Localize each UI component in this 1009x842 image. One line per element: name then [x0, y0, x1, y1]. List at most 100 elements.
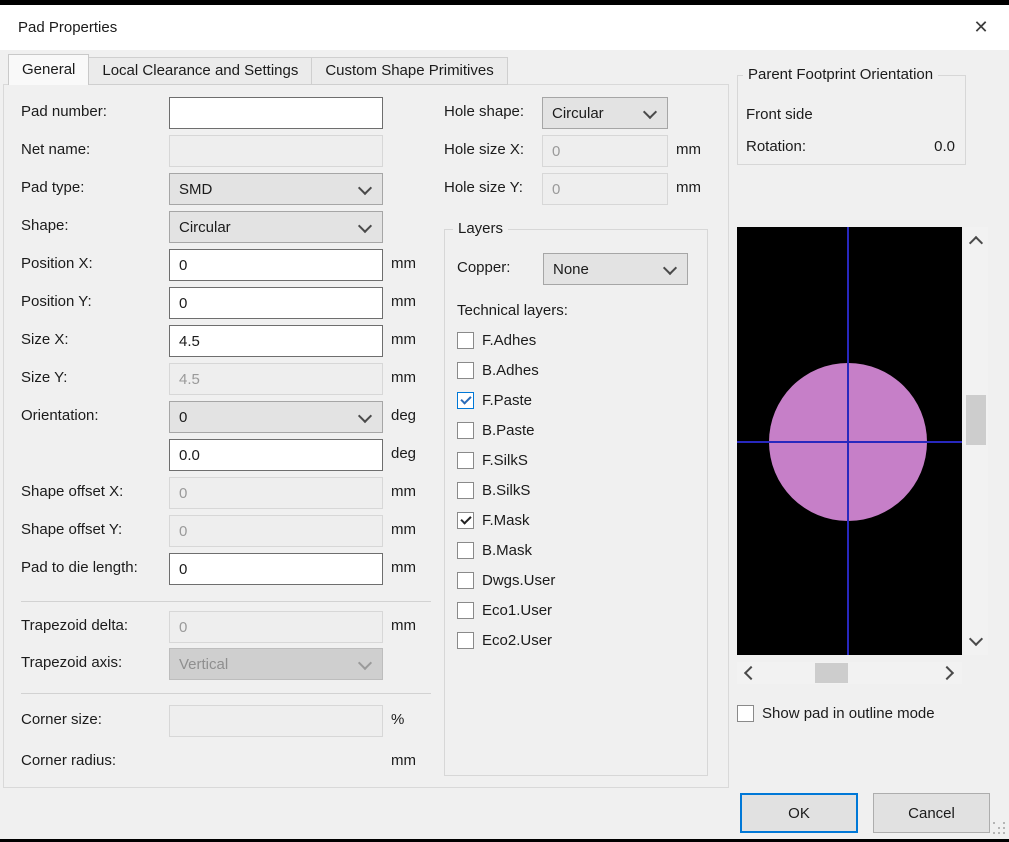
resize-grip[interactable]: [993, 822, 1007, 836]
hole-size-x-row: Hole size X: mm: [4, 135, 730, 167]
corner-size-input: [169, 705, 383, 737]
layer-checkbox-label: Eco1.User: [482, 602, 553, 619]
scroll-left-button[interactable]: [739, 663, 759, 683]
hole-size-x-label: Hole size X:: [444, 141, 525, 158]
hole-size-x-input: [542, 135, 668, 167]
size-y-input: [169, 363, 383, 395]
layer-checkbox-b-mask[interactable]: B.Mask: [457, 542, 532, 559]
layer-checkbox-f-adhes[interactable]: F.Adhes: [457, 332, 536, 349]
ok-button[interactable]: OK: [740, 793, 858, 833]
layer-checkbox-label: B.Adhes: [482, 362, 539, 379]
checkbox-icon: [737, 705, 754, 722]
corner-radius-unit: mm: [391, 752, 416, 769]
position-y-input[interactable]: [169, 287, 383, 319]
chevron-down-icon: [357, 655, 373, 671]
checkbox-icon: [457, 602, 474, 619]
chevron-up-icon: [968, 235, 984, 251]
layers-group: Layers Copper: None Technical layers: F.…: [444, 220, 708, 776]
trapezoid-axis-select: Vertical: [169, 648, 383, 680]
copper-value: None: [553, 260, 589, 278]
front-side-label: Front side: [746, 106, 813, 123]
corner-size-label: Corner size:: [21, 711, 102, 728]
checkbox-icon: [457, 362, 474, 379]
show-outline-mode-checkbox[interactable]: Show pad in outline mode: [737, 705, 935, 722]
hole-shape-label: Hole shape:: [444, 103, 525, 120]
general-tab-panel: Pad number: Net name: Pad type: SMD Shap…: [3, 84, 729, 788]
chevron-down-icon: [357, 408, 373, 424]
shape-select[interactable]: Circular: [169, 211, 383, 243]
size-x-input[interactable]: [169, 325, 383, 357]
orientation-custom-input[interactable]: [169, 439, 383, 471]
checkbox-icon: [457, 542, 474, 559]
layer-checkbox-f-paste[interactable]: F.Paste: [457, 392, 532, 409]
title-bar: Pad Properties ✕: [0, 5, 1009, 50]
copper-select[interactable]: None: [543, 253, 688, 285]
shape-label: Shape:: [21, 217, 69, 234]
checkbox-icon: [457, 422, 474, 439]
trapezoid-delta-label: Trapezoid delta:: [21, 617, 129, 634]
tab-local-clearance[interactable]: Local Clearance and Settings: [89, 57, 313, 85]
rotation-value: 0.0: [934, 138, 955, 155]
orientation-select[interactable]: 0: [169, 401, 383, 433]
checkbox-icon: [457, 332, 474, 349]
layer-checkbox-label: F.Paste: [482, 392, 533, 409]
layer-checkbox-b-silks[interactable]: B.SilkS: [457, 482, 530, 499]
pad-to-die-label: Pad to die length:: [21, 559, 138, 576]
position-y-label: Position Y:: [21, 293, 92, 310]
technical-layers-label: Technical layers:: [457, 302, 568, 319]
orientation-label: Orientation:: [21, 407, 99, 424]
checkbox-icon: [457, 482, 474, 499]
chevron-down-icon: [357, 218, 373, 234]
pad-to-die-unit: mm: [391, 559, 416, 576]
layer-checkbox-label: Dwgs.User: [482, 572, 556, 589]
chevron-right-icon: [939, 665, 955, 681]
horizontal-scrollbar-thumb[interactable]: [815, 663, 848, 683]
cancel-button[interactable]: Cancel: [873, 793, 990, 833]
preview-vertical-scrollbar[interactable]: [964, 227, 988, 655]
layer-checkbox-label: F.SilkS: [482, 452, 528, 469]
position-x-input[interactable]: [169, 249, 383, 281]
shape-offset-y-label: Shape offset Y:: [21, 521, 123, 538]
hole-shape-select[interactable]: Circular: [542, 97, 668, 129]
preview-horizontal-scrollbar[interactable]: [737, 662, 962, 684]
tab-bar: General Local Clearance and Settings Cus…: [8, 54, 508, 85]
orientation-value: 0: [179, 408, 188, 426]
position-y-unit: mm: [391, 293, 416, 310]
chevron-down-icon: [968, 631, 984, 647]
layer-checkbox-b-adhes[interactable]: B.Adhes: [457, 362, 539, 379]
layer-checkbox-eco2-user[interactable]: Eco2.User: [457, 632, 552, 649]
scroll-down-button[interactable]: [966, 631, 986, 651]
hole-shape-value: Circular: [552, 104, 604, 122]
size-y-label: Size Y:: [21, 369, 68, 386]
layer-checkbox-label: Eco2.User: [482, 632, 553, 649]
shape-offset-y-unit: mm: [391, 521, 416, 538]
hole-size-y-row: Hole size Y: mm: [4, 173, 730, 205]
hole-size-x-unit: mm: [676, 141, 701, 158]
layer-checkbox-b-paste[interactable]: B.Paste: [457, 422, 535, 439]
layer-checkbox-f-mask[interactable]: F.Mask: [457, 512, 530, 529]
layer-checkbox-dwgs-user[interactable]: Dwgs.User: [457, 572, 555, 589]
corner-radius-label: Corner radius:: [21, 752, 117, 769]
hole-size-y-unit: mm: [676, 179, 701, 196]
scroll-right-button[interactable]: [939, 663, 959, 683]
vertical-scrollbar-thumb[interactable]: [966, 395, 986, 445]
orientation-custom-unit: deg: [391, 445, 417, 462]
tab-general[interactable]: General: [8, 54, 90, 85]
layer-checkbox-f-silks[interactable]: F.SilkS: [457, 452, 528, 469]
checkbox-icon: [457, 632, 474, 649]
shape-offset-y-input: [169, 515, 383, 547]
copper-label: Copper:: [457, 259, 511, 276]
scroll-up-button[interactable]: [966, 231, 986, 251]
layer-checkbox-label: F.Adhes: [482, 332, 537, 349]
pad-properties-dialog: Pad Properties ✕ General Local Clearance…: [0, 0, 1009, 842]
layer-checkbox-label: F.Mask: [482, 512, 530, 529]
close-icon[interactable]: ✕: [956, 5, 1006, 50]
trapezoid-delta-input: [169, 611, 383, 643]
layer-checkbox-eco1-user[interactable]: Eco1.User: [457, 602, 552, 619]
separator: [21, 693, 431, 694]
pad-to-die-input[interactable]: [169, 553, 383, 585]
tab-custom-shape[interactable]: Custom Shape Primitives: [312, 57, 508, 85]
pad-preview-canvas: [737, 227, 962, 655]
show-outline-mode-label: Show pad in outline mode: [762, 705, 935, 722]
position-x-label: Position X:: [21, 255, 93, 272]
